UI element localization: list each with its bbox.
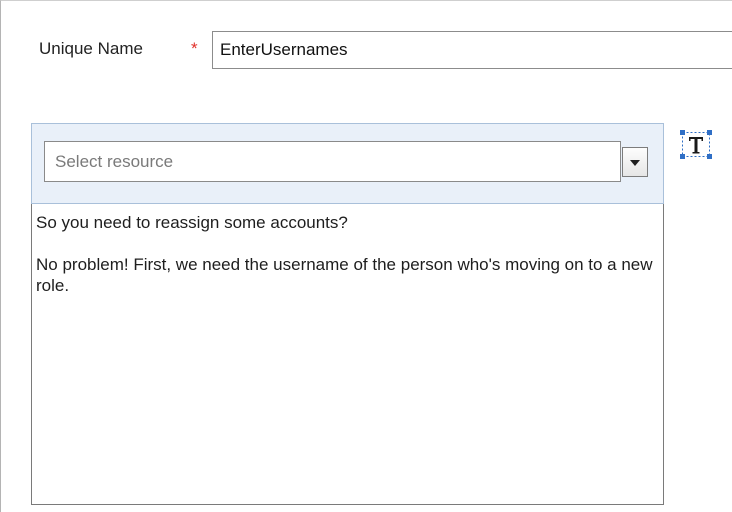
message-line-1: So you need to reassign some accounts?: [36, 213, 348, 232]
chevron-down-icon: [630, 160, 640, 166]
message-line-2: No problem! First, we need the username …: [36, 255, 653, 295]
message-text-area[interactable]: So you need to reassign some accounts? N…: [31, 204, 664, 505]
properties-panel: Unique Name * Select resource So you nee…: [0, 0, 732, 512]
resource-select[interactable]: Select resource: [44, 141, 621, 182]
unique-name-label: Unique Name: [39, 39, 143, 58]
text-format-icon: [680, 130, 712, 159]
resource-dropdown-button[interactable]: [622, 147, 648, 177]
resource-toolbar: Select resource: [31, 123, 664, 204]
unique-name-input[interactable]: [212, 31, 732, 69]
text-format-button[interactable]: [677, 127, 715, 161]
required-marker: *: [191, 39, 198, 58]
resource-select-placeholder: Select resource: [55, 152, 174, 171]
